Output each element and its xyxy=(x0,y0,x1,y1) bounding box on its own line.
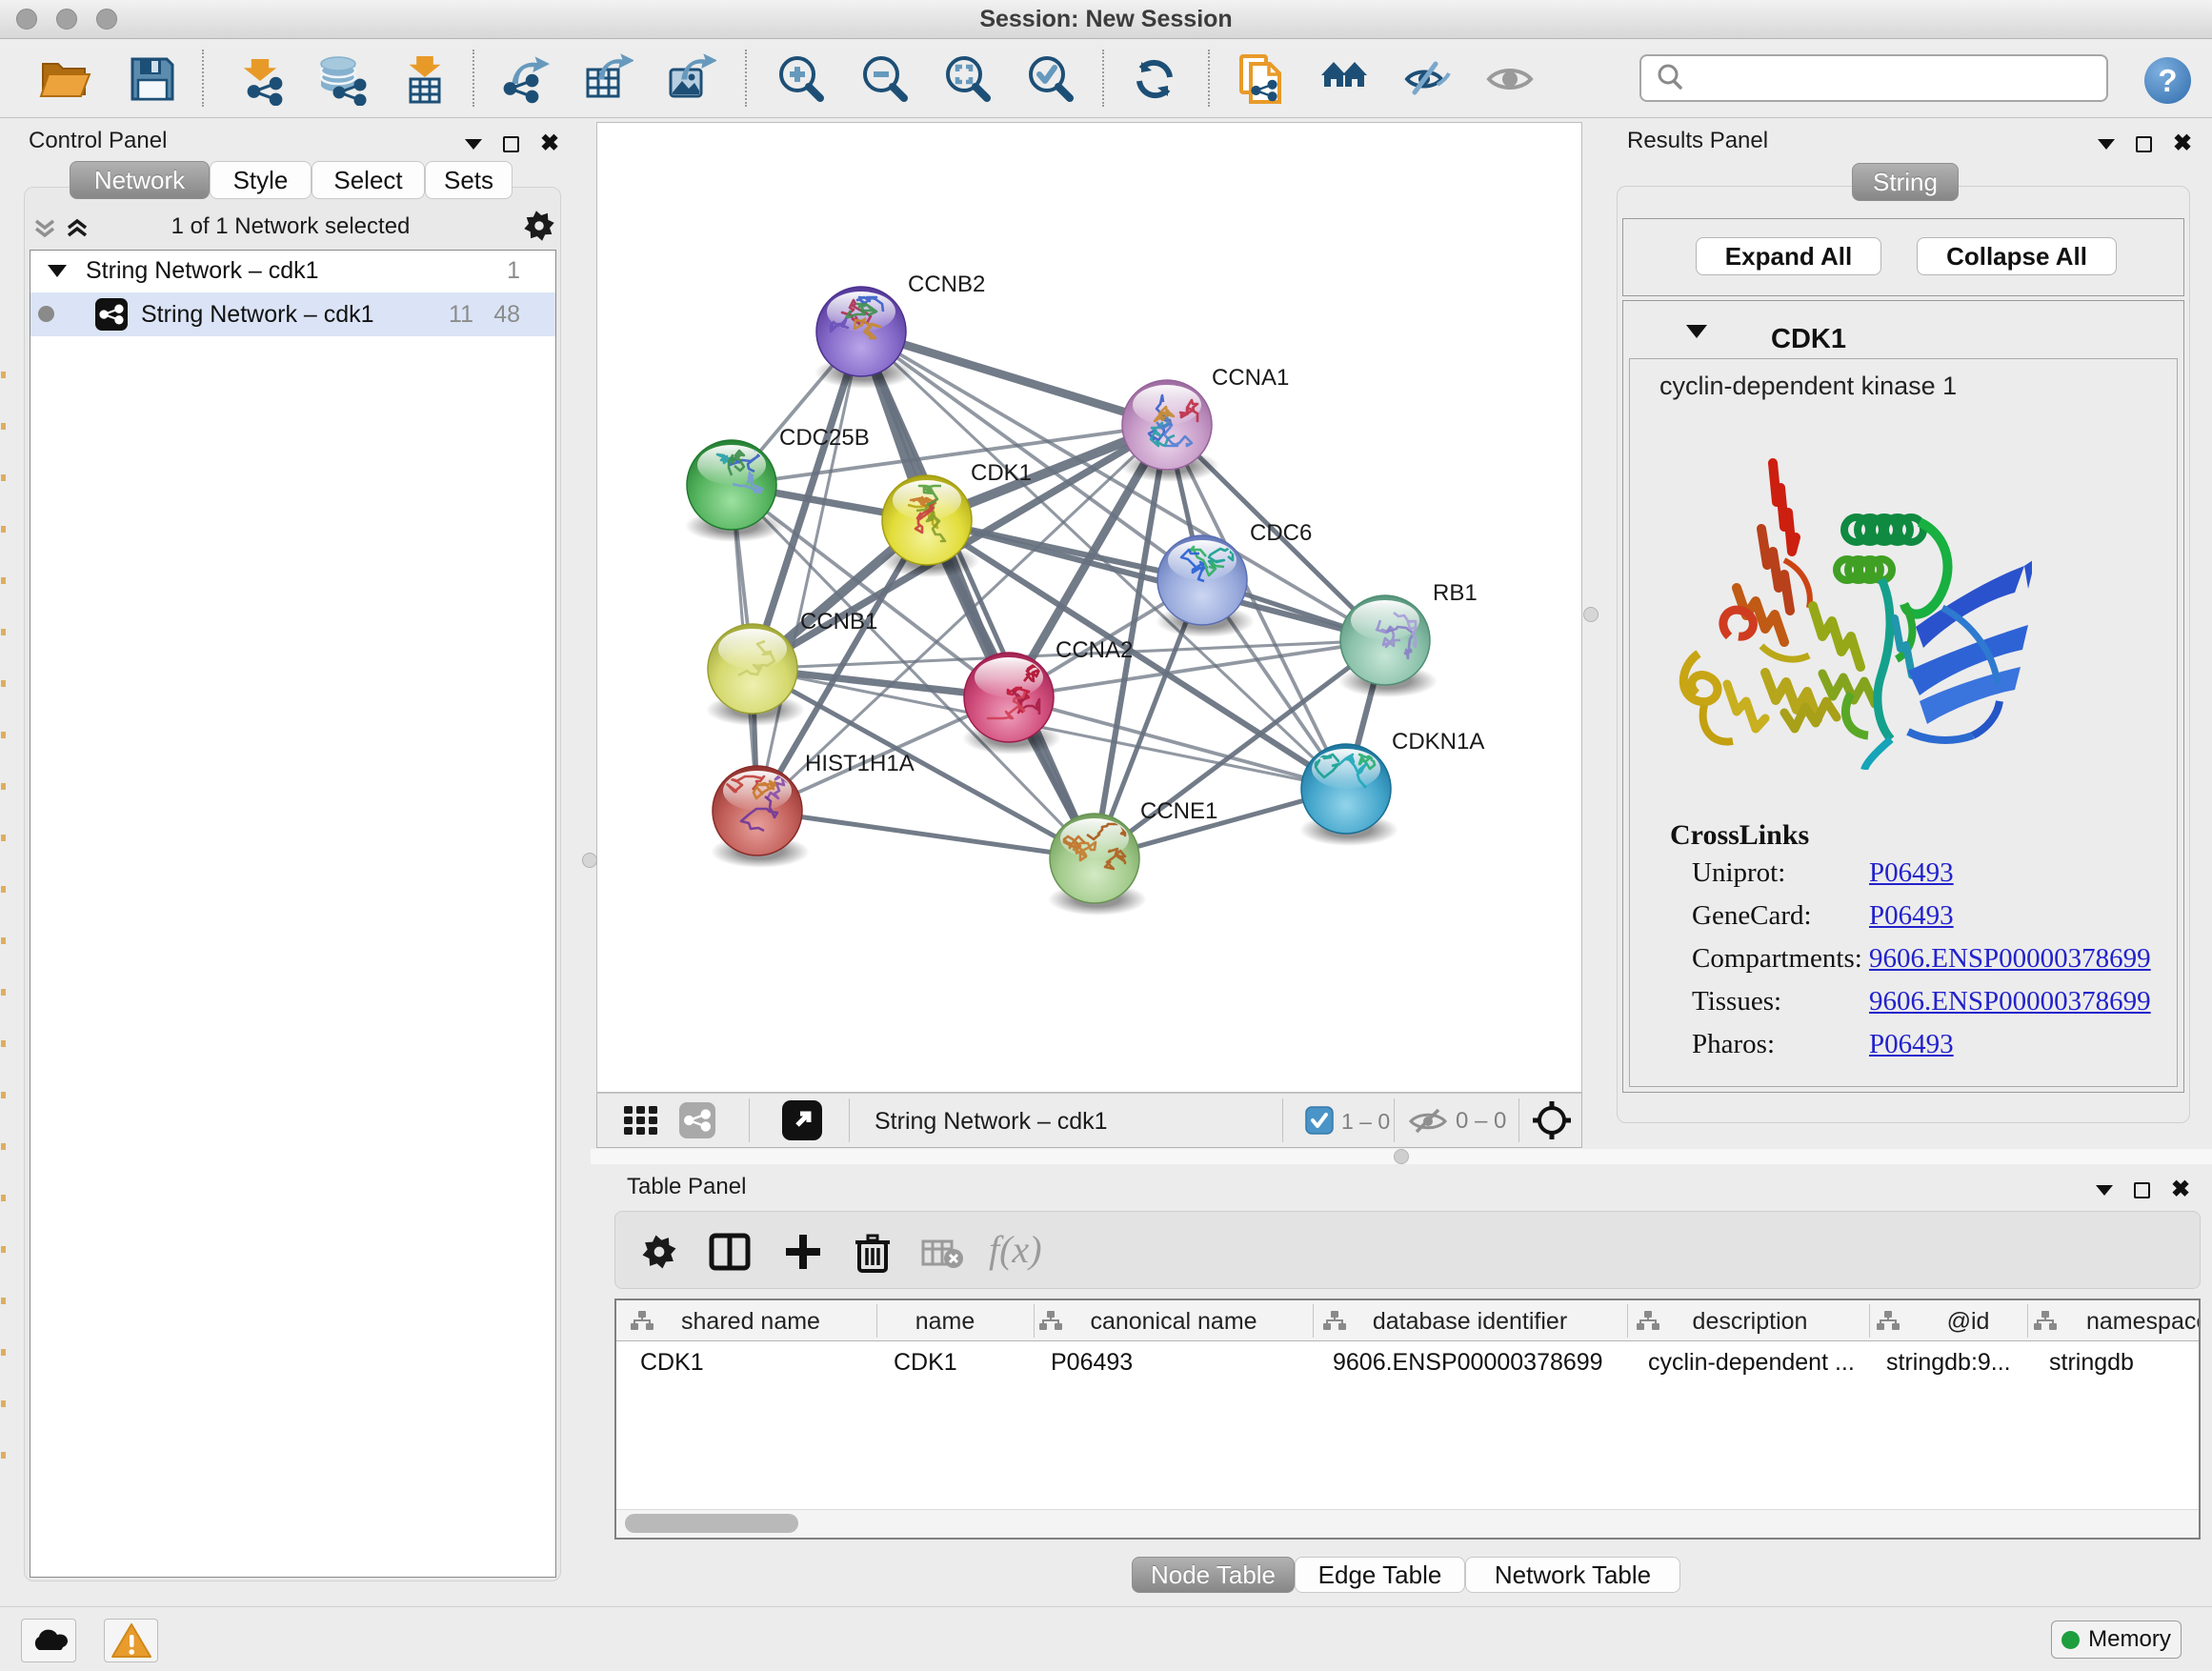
svg-text:CDC6: CDC6 xyxy=(1250,520,1312,546)
svg-text:CCNA1: CCNA1 xyxy=(1212,365,1289,391)
svg-text:CCNA2: CCNA2 xyxy=(1056,637,1133,663)
svg-text:CDK1: CDK1 xyxy=(971,460,1032,486)
svg-text:CCNB1: CCNB1 xyxy=(800,609,877,634)
svg-text:CCNE1: CCNE1 xyxy=(1140,798,1217,824)
svg-text:CDC25B: CDC25B xyxy=(779,425,870,451)
svg-text:HIST1H1A: HIST1H1A xyxy=(805,751,915,776)
svg-text:RB1: RB1 xyxy=(1433,580,1478,606)
svg-text:CCNB2: CCNB2 xyxy=(908,272,985,297)
svg-text:CDKN1A: CDKN1A xyxy=(1392,729,1484,755)
